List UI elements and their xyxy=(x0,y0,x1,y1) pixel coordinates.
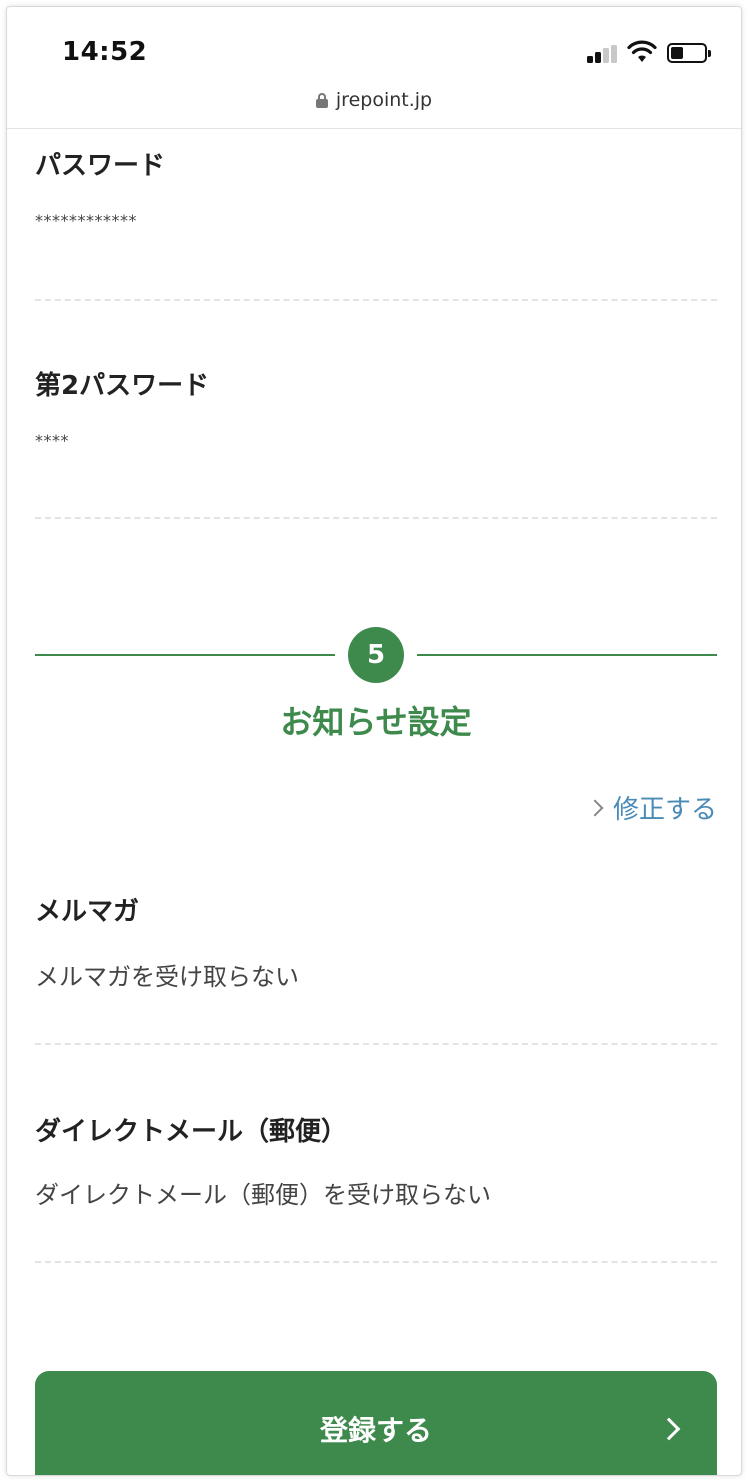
section-title: お知らせ設定 xyxy=(280,703,472,741)
divider xyxy=(35,299,717,301)
direct-mail-value: ダイレクトメール（郵便）を受け取らない xyxy=(35,1181,491,1209)
divider xyxy=(35,517,717,519)
edit-link[interactable]: 修正する xyxy=(586,789,717,826)
step-indicator: 5 xyxy=(35,627,717,683)
status-bar: 14:52 xyxy=(7,7,741,87)
step-line-right xyxy=(417,654,717,656)
second-password-label: 第2パスワード xyxy=(35,371,210,401)
password-value: ************ xyxy=(35,211,137,230)
chevron-right-icon xyxy=(586,799,604,816)
password-label: パスワード xyxy=(35,151,166,181)
direct-mail-label: ダイレクトメール（郵便） xyxy=(35,1117,348,1147)
wifi-icon xyxy=(627,40,657,62)
divider xyxy=(35,1043,717,1045)
battery-icon xyxy=(667,43,711,63)
signal-icon xyxy=(587,45,621,63)
second-password-value: **** xyxy=(35,431,69,450)
register-button[interactable]: 登録する xyxy=(35,1371,717,1475)
edit-link-label: 修正する xyxy=(612,795,717,825)
url-text: jrepoint.jp xyxy=(335,89,433,111)
register-button-label: 登録する xyxy=(319,1414,432,1447)
newsletter-label: メルマガ xyxy=(35,897,140,927)
newsletter-value: メルマガを受け取らない xyxy=(35,963,299,991)
step-line-left xyxy=(35,654,335,656)
step-number-badge: 5 xyxy=(348,627,404,683)
divider xyxy=(35,1261,717,1263)
phone-screen: 14:52 jrepoint.jp パスワード ************ 第2パ… xyxy=(6,6,742,1476)
address-bar[interactable]: jrepoint.jp xyxy=(7,87,741,129)
status-time: 14:52 xyxy=(62,37,148,67)
lock-icon xyxy=(315,92,328,108)
